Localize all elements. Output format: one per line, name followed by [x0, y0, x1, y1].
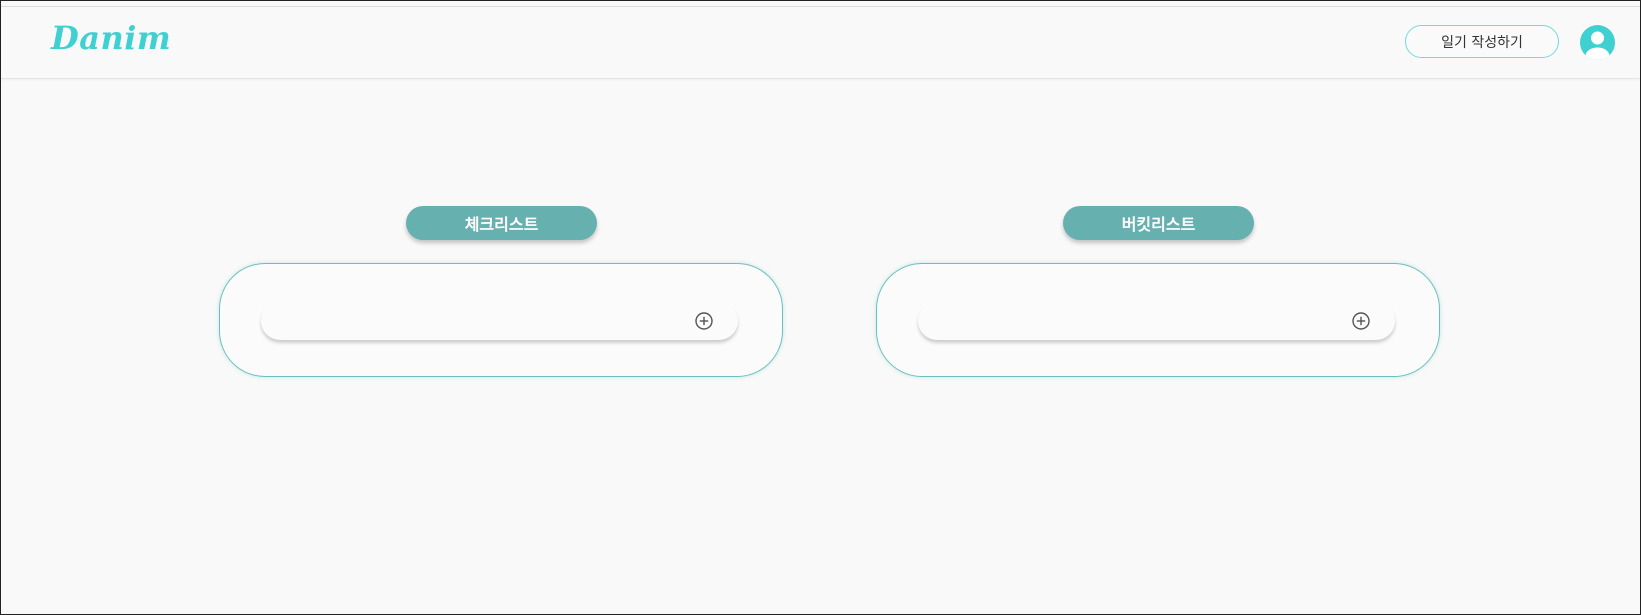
- bucketlist-add-button[interactable]: [1351, 311, 1371, 331]
- checklist-card: [219, 263, 783, 377]
- plus-circle-icon: [695, 312, 713, 330]
- bucketlist-input[interactable]: [936, 308, 1340, 336]
- logo[interactable]: Danim: [51, 19, 171, 57]
- checklist-title: 체크리스트: [406, 206, 597, 240]
- bucketlist-title: 버킷리스트: [1063, 206, 1254, 240]
- user-avatar[interactable]: [1580, 25, 1615, 60]
- checklist-input-row: [261, 302, 738, 340]
- bucketlist-card: [876, 263, 1440, 377]
- plus-circle-icon: [1352, 312, 1370, 330]
- top-header: Danim 일기 작성하기: [1, 6, 1640, 79]
- bucketlist-input-row: [918, 302, 1395, 340]
- checklist-add-button[interactable]: [694, 311, 714, 331]
- bucketlist-section: 버킷리스트: [876, 206, 1440, 381]
- checklist-input[interactable]: [279, 308, 683, 336]
- app-root: Danim 일기 작성하기 체크리스트 버킷리스트: [1, 1, 1640, 614]
- user-icon: [1585, 31, 1610, 60]
- write-diary-button[interactable]: 일기 작성하기: [1405, 25, 1559, 58]
- checklist-section: 체크리스트: [219, 206, 783, 381]
